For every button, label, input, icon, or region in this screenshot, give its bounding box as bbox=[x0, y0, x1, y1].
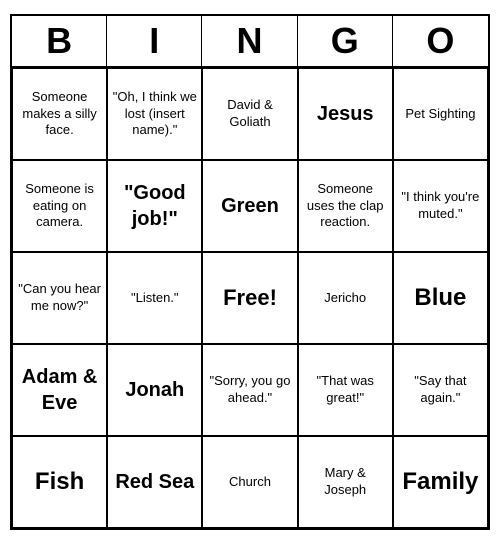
cell-text-23: Mary & Joseph bbox=[303, 465, 388, 499]
bingo-cell-13[interactable]: Jericho bbox=[298, 252, 393, 344]
bingo-cell-6[interactable]: "Good job!" bbox=[107, 160, 202, 252]
bingo-cell-3[interactable]: Jesus bbox=[298, 68, 393, 160]
bingo-cell-21[interactable]: Red Sea bbox=[107, 436, 202, 528]
cell-text-5: Someone is eating on camera. bbox=[17, 181, 102, 232]
bingo-cell-15[interactable]: Adam & Eve bbox=[12, 344, 107, 436]
bingo-cell-0[interactable]: Someone makes a silly face. bbox=[12, 68, 107, 160]
bingo-cell-1[interactable]: "Oh, I think we lost (insert name)." bbox=[107, 68, 202, 160]
cell-text-2: David & Goliath bbox=[207, 97, 292, 131]
bingo-header: BINGO bbox=[12, 16, 488, 68]
cell-text-18: "That was great!" bbox=[303, 373, 388, 407]
bingo-cell-19[interactable]: "Say that again." bbox=[393, 344, 488, 436]
bingo-cell-22[interactable]: Church bbox=[202, 436, 297, 528]
bingo-grid: Someone makes a silly face."Oh, I think … bbox=[12, 68, 488, 528]
cell-text-11: "Listen." bbox=[131, 290, 179, 307]
cell-text-22: Church bbox=[229, 474, 271, 491]
header-letter-g: G bbox=[298, 16, 393, 66]
cell-text-9: "I think you're muted." bbox=[398, 189, 483, 223]
bingo-cell-20[interactable]: Fish bbox=[12, 436, 107, 528]
bingo-cell-7[interactable]: Green bbox=[202, 160, 297, 252]
bingo-cell-4[interactable]: Pet Sighting bbox=[393, 68, 488, 160]
bingo-cell-17[interactable]: "Sorry, you go ahead." bbox=[202, 344, 297, 436]
bingo-cell-14[interactable]: Blue bbox=[393, 252, 488, 344]
bingo-cell-23[interactable]: Mary & Joseph bbox=[298, 436, 393, 528]
cell-text-15: Adam & Eve bbox=[17, 364, 102, 416]
cell-text-14: Blue bbox=[414, 282, 466, 313]
cell-text-17: "Sorry, you go ahead." bbox=[207, 373, 292, 407]
bingo-cell-8[interactable]: Someone uses the clap reaction. bbox=[298, 160, 393, 252]
cell-text-19: "Say that again." bbox=[398, 373, 483, 407]
bingo-cell-2[interactable]: David & Goliath bbox=[202, 68, 297, 160]
cell-text-20: Fish bbox=[35, 466, 84, 497]
header-letter-b: B bbox=[12, 16, 107, 66]
bingo-cell-11[interactable]: "Listen." bbox=[107, 252, 202, 344]
cell-text-21: Red Sea bbox=[115, 469, 194, 495]
cell-text-3: Jesus bbox=[317, 101, 374, 127]
bingo-cell-16[interactable]: Jonah bbox=[107, 344, 202, 436]
cell-text-10: "Can you hear me now?" bbox=[17, 281, 102, 315]
bingo-cell-24[interactable]: Family bbox=[393, 436, 488, 528]
bingo-cell-5[interactable]: Someone is eating on camera. bbox=[12, 160, 107, 252]
cell-text-7: Green bbox=[221, 193, 279, 219]
cell-text-16: Jonah bbox=[125, 377, 184, 403]
cell-text-4: Pet Sighting bbox=[405, 106, 475, 123]
header-letter-o: O bbox=[393, 16, 488, 66]
cell-text-1: "Oh, I think we lost (insert name)." bbox=[112, 89, 197, 140]
bingo-cell-9[interactable]: "I think you're muted." bbox=[393, 160, 488, 252]
header-letter-i: I bbox=[107, 16, 202, 66]
bingo-cell-18[interactable]: "That was great!" bbox=[298, 344, 393, 436]
cell-text-12: Free! bbox=[223, 284, 277, 313]
cell-text-0: Someone makes a silly face. bbox=[17, 89, 102, 140]
bingo-card: BINGO Someone makes a silly face."Oh, I … bbox=[10, 14, 490, 530]
cell-text-6: "Good job!" bbox=[112, 180, 197, 232]
header-letter-n: N bbox=[202, 16, 297, 66]
bingo-cell-10[interactable]: "Can you hear me now?" bbox=[12, 252, 107, 344]
cell-text-13: Jericho bbox=[324, 290, 366, 307]
bingo-cell-12[interactable]: Free! bbox=[202, 252, 297, 344]
cell-text-24: Family bbox=[402, 466, 478, 497]
cell-text-8: Someone uses the clap reaction. bbox=[303, 181, 388, 232]
